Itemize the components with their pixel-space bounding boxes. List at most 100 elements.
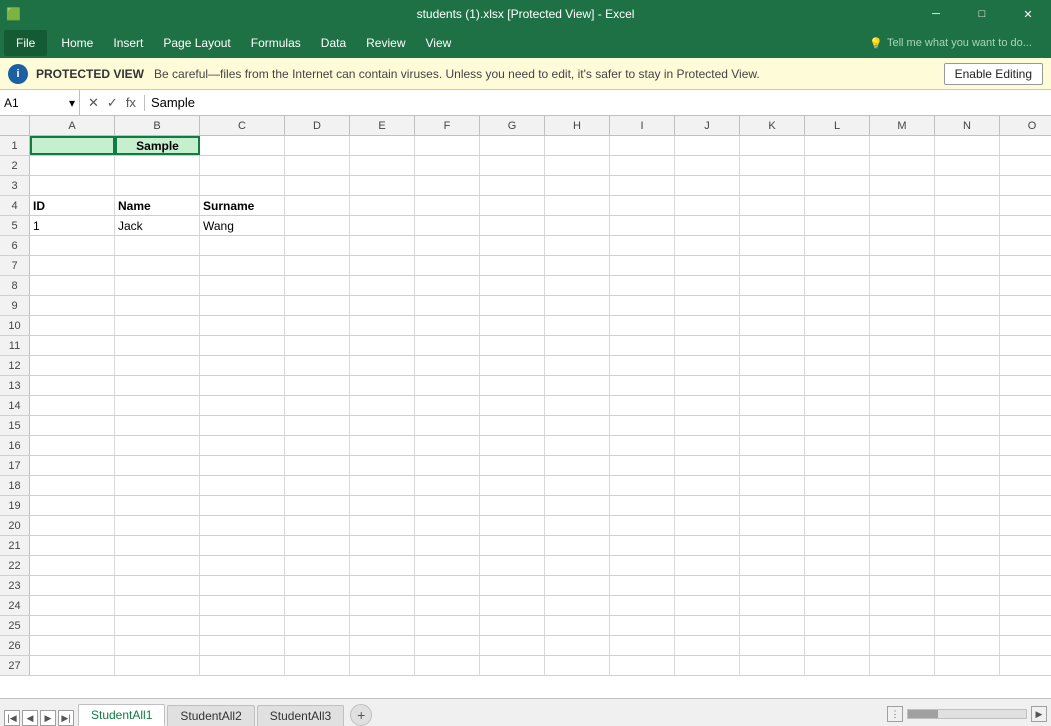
grid-cell[interactable] <box>480 156 545 175</box>
row-number[interactable]: 27 <box>0 656 30 675</box>
row-number[interactable]: 10 <box>0 316 30 335</box>
grid-cell[interactable] <box>545 416 610 435</box>
grid-cell[interactable] <box>285 596 350 615</box>
grid-cell[interactable] <box>115 576 200 595</box>
grid-cell[interactable] <box>415 636 480 655</box>
grid-cell[interactable] <box>805 156 870 175</box>
grid-cell[interactable] <box>675 556 740 575</box>
grid-cell[interactable] <box>415 416 480 435</box>
grid-cell[interactable]: Jack <box>115 216 200 235</box>
grid-cell[interactable] <box>480 656 545 675</box>
grid-cell[interactable] <box>350 436 415 455</box>
grid-cell[interactable] <box>805 416 870 435</box>
grid-cell[interactable] <box>935 616 1000 635</box>
grid-cell[interactable] <box>805 136 870 155</box>
grid-cell[interactable] <box>545 276 610 295</box>
grid-cell[interactable] <box>610 576 675 595</box>
grid-cell[interactable] <box>480 436 545 455</box>
grid-cell[interactable] <box>740 236 805 255</box>
grid-cell[interactable] <box>115 536 200 555</box>
row-number[interactable]: 19 <box>0 496 30 515</box>
grid-cell[interactable] <box>480 516 545 535</box>
grid-cell[interactable] <box>870 456 935 475</box>
grid-cell[interactable] <box>480 636 545 655</box>
grid-cell[interactable] <box>480 616 545 635</box>
row-number[interactable]: 5 <box>0 216 30 235</box>
grid-cell[interactable] <box>200 316 285 335</box>
grid-cell[interactable] <box>740 336 805 355</box>
grid-cell[interactable] <box>480 496 545 515</box>
grid-cell[interactable] <box>480 176 545 195</box>
grid-cell[interactable] <box>200 656 285 675</box>
grid-cell[interactable] <box>675 136 740 155</box>
grid-cell[interactable] <box>805 216 870 235</box>
grid-cell[interactable] <box>415 216 480 235</box>
grid-cell[interactable] <box>115 516 200 535</box>
grid-cell[interactable] <box>285 236 350 255</box>
sheet-scroll-right[interactable]: ▶ <box>1031 706 1047 722</box>
grid-cell[interactable] <box>200 356 285 375</box>
grid-cell[interactable] <box>480 316 545 335</box>
grid-cell[interactable] <box>870 296 935 315</box>
grid-cell[interactable] <box>675 616 740 635</box>
grid-cell[interactable] <box>350 196 415 215</box>
grid-cell[interactable] <box>545 396 610 415</box>
menu-page-layout[interactable]: Page Layout <box>153 30 240 56</box>
grid-cell[interactable] <box>935 136 1000 155</box>
grid-cell[interactable] <box>415 436 480 455</box>
grid-cell[interactable] <box>285 456 350 475</box>
grid-cell[interactable] <box>610 296 675 315</box>
grid-cell[interactable] <box>285 516 350 535</box>
grid-cell[interactable] <box>675 636 740 655</box>
grid-cell[interactable] <box>350 316 415 335</box>
row-number[interactable]: 21 <box>0 536 30 555</box>
grid-cell[interactable] <box>935 296 1000 315</box>
row-number[interactable]: 11 <box>0 336 30 355</box>
menu-data[interactable]: Data <box>311 30 356 56</box>
grid-cell[interactable] <box>610 536 675 555</box>
grid-cell[interactable] <box>1000 436 1051 455</box>
enable-editing-button[interactable]: Enable Editing <box>944 63 1043 85</box>
grid-cell[interactable] <box>870 356 935 375</box>
grid-cell[interactable] <box>30 296 115 315</box>
grid-cell[interactable] <box>285 496 350 515</box>
grid-cell[interactable] <box>480 396 545 415</box>
grid-cell[interactable] <box>200 376 285 395</box>
grid-cell[interactable] <box>1000 616 1051 635</box>
grid-cell[interactable] <box>740 496 805 515</box>
sheet-tab-studentall3[interactable]: StudentAll3 <box>257 705 344 726</box>
grid-cell[interactable] <box>870 496 935 515</box>
grid-cell[interactable] <box>1000 296 1051 315</box>
grid-cell[interactable] <box>1000 156 1051 175</box>
grid-cell[interactable] <box>1000 216 1051 235</box>
grid-cell[interactable] <box>935 636 1000 655</box>
grid-cell[interactable] <box>415 256 480 275</box>
grid-cell[interactable] <box>350 276 415 295</box>
name-box[interactable]: A1 ▾ <box>0 90 80 115</box>
grid-cell[interactable] <box>870 556 935 575</box>
grid-cell[interactable] <box>200 456 285 475</box>
grid-cell[interactable] <box>740 156 805 175</box>
grid-cell[interactable] <box>115 376 200 395</box>
grid-cell[interactable] <box>285 316 350 335</box>
grid-cell[interactable] <box>480 356 545 375</box>
grid-cell[interactable] <box>30 496 115 515</box>
grid-cell[interactable] <box>115 656 200 675</box>
tab-prev-btn[interactable]: ◀ <box>22 710 38 726</box>
grid-cell[interactable] <box>480 336 545 355</box>
grid-cell[interactable] <box>285 476 350 495</box>
grid-cell[interactable] <box>200 476 285 495</box>
grid-cell[interactable] <box>545 216 610 235</box>
grid-cell[interactable] <box>740 556 805 575</box>
grid-cell[interactable] <box>415 556 480 575</box>
grid-cell[interactable] <box>115 636 200 655</box>
grid-cell[interactable] <box>200 296 285 315</box>
grid-cell[interactable] <box>200 596 285 615</box>
grid-cell[interactable] <box>805 296 870 315</box>
grid-cell[interactable] <box>480 536 545 555</box>
grid-cell[interactable] <box>350 656 415 675</box>
grid-cell[interactable] <box>350 596 415 615</box>
col-header-d[interactable]: D <box>285 116 350 135</box>
grid-cell[interactable] <box>1000 356 1051 375</box>
grid-cell[interactable] <box>350 516 415 535</box>
